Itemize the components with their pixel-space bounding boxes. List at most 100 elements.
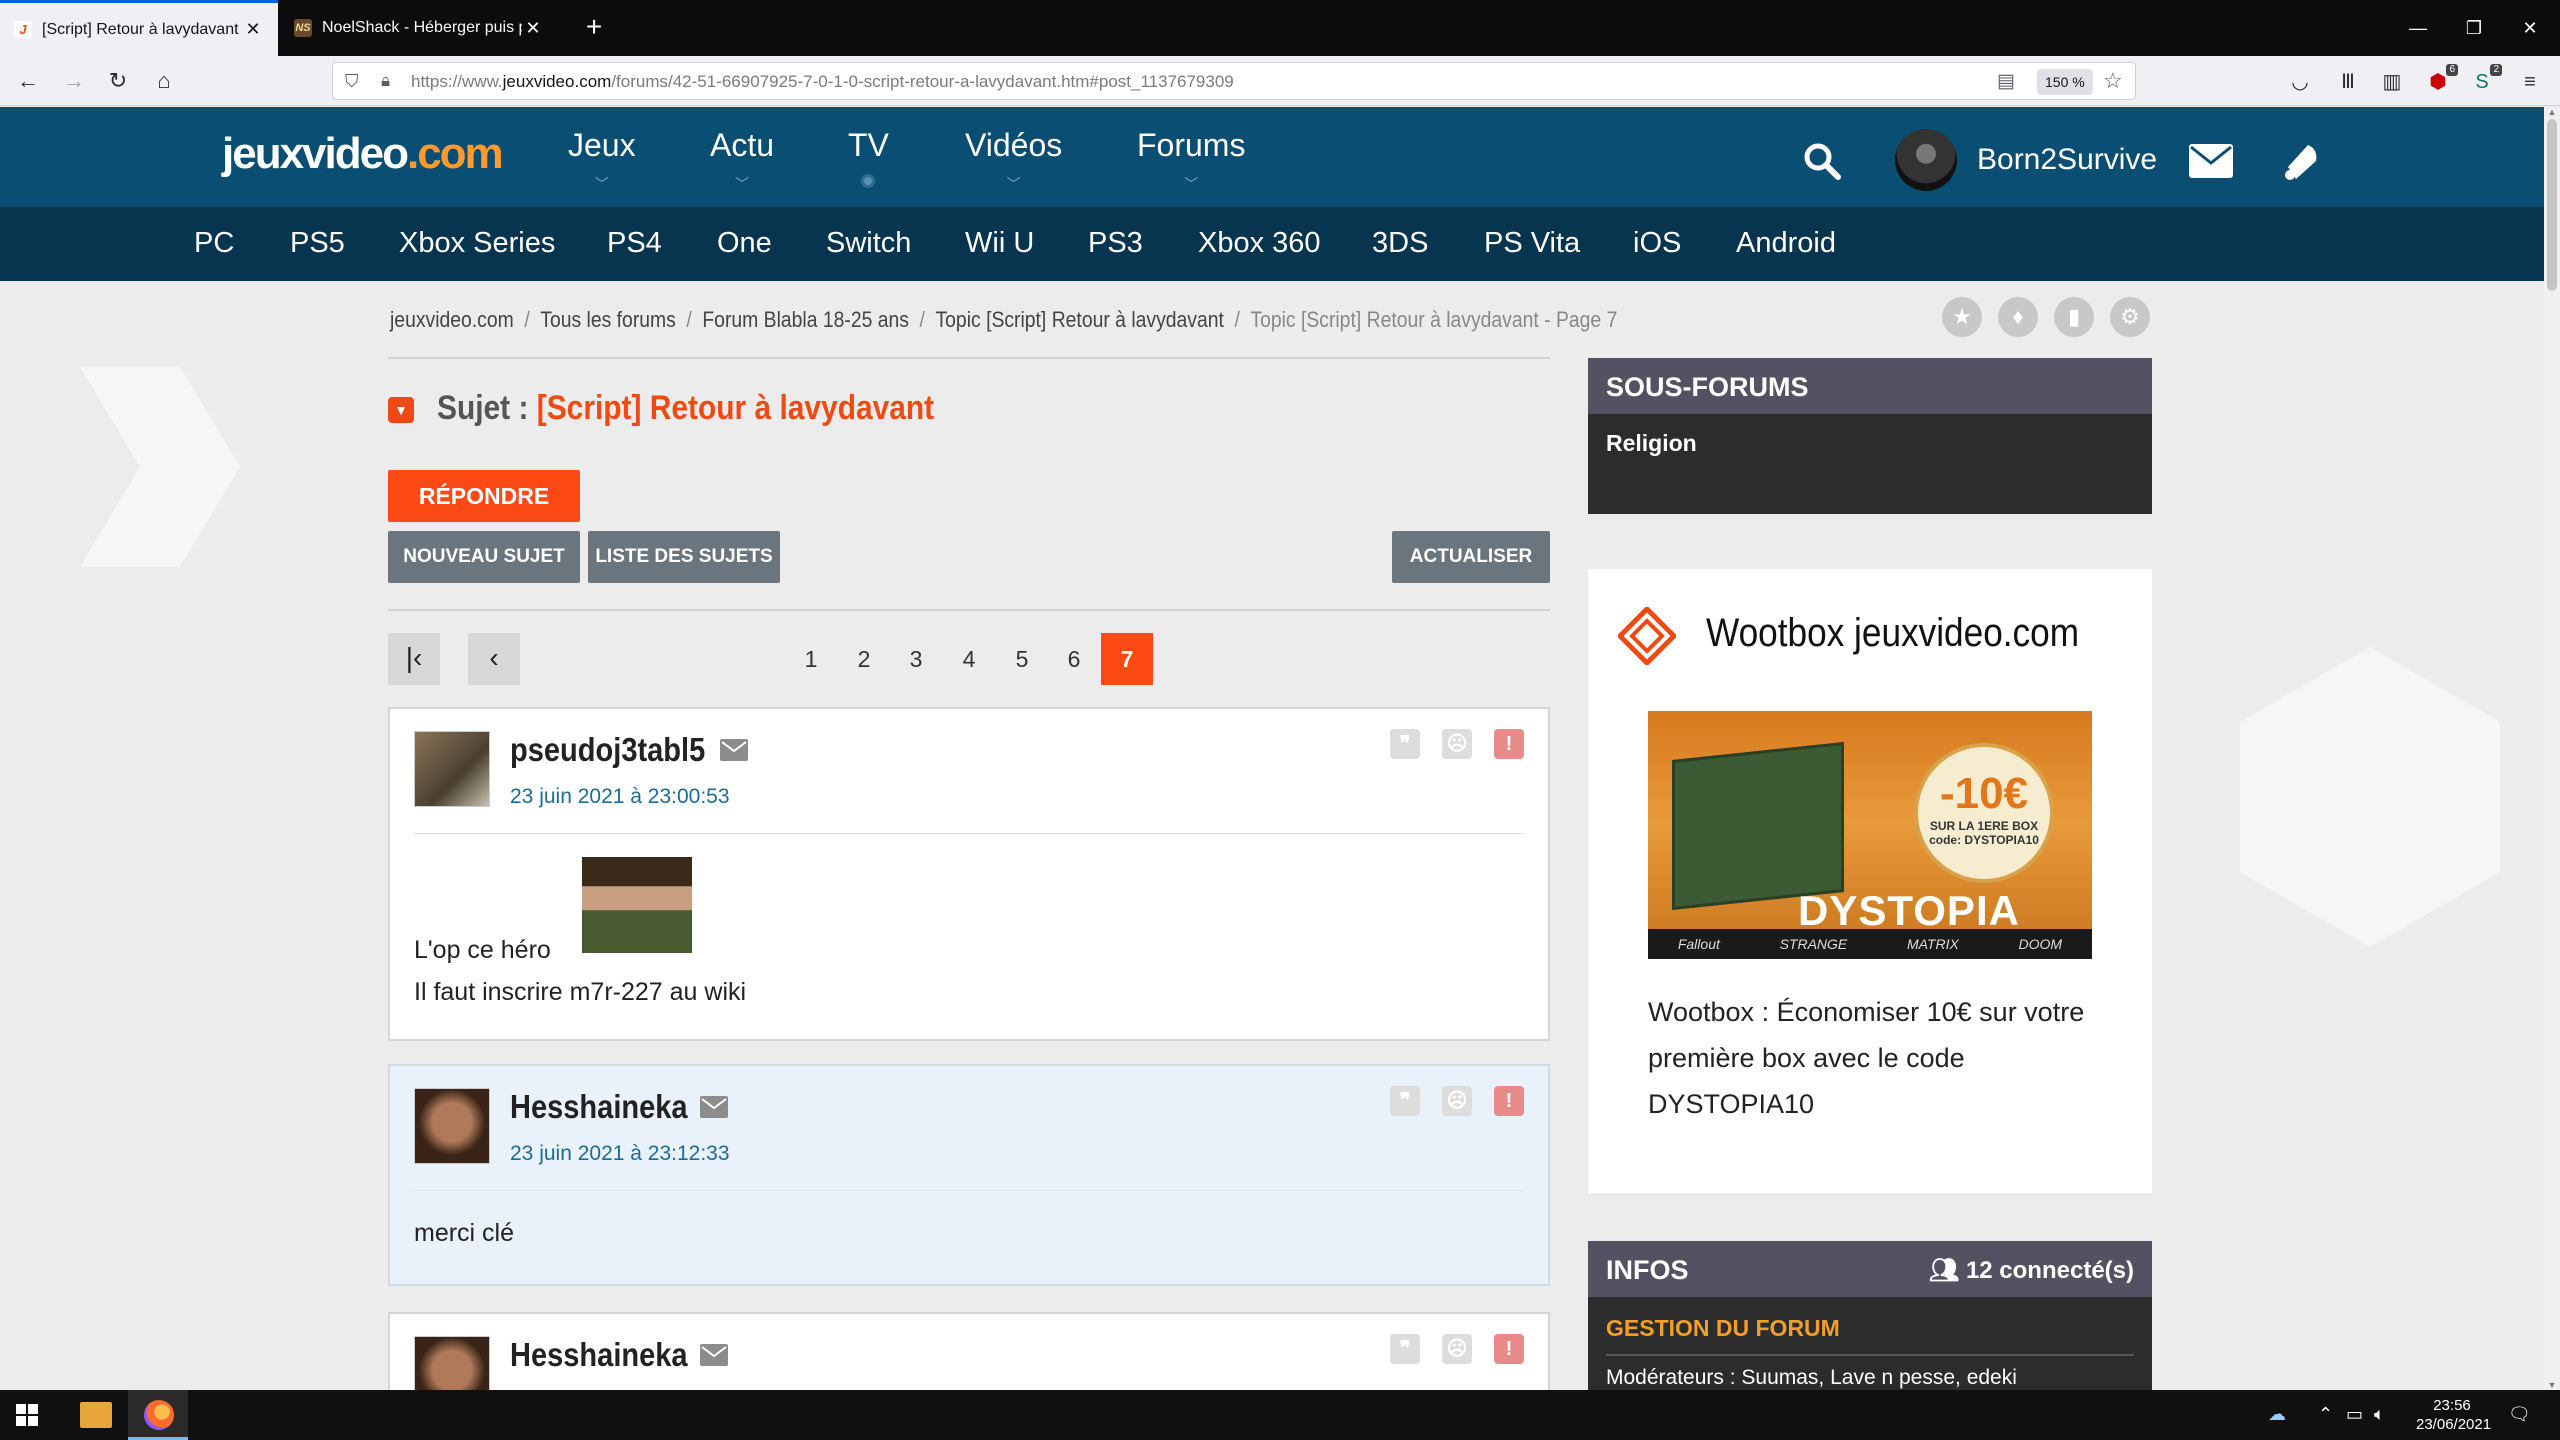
quote-icon[interactable]: ❞: [1390, 1334, 1420, 1364]
nav-tv[interactable]: TV: [848, 127, 889, 188]
page-link[interactable]: 5: [996, 633, 1048, 685]
platform-android[interactable]: Android: [1736, 227, 1836, 260]
quote-icon[interactable]: ❞: [1390, 729, 1420, 759]
bookmark-star-icon[interactable]: ☆: [2103, 68, 2123, 94]
mail-icon[interactable]: [700, 1344, 728, 1366]
system-clock[interactable]: 23:56 23/06/2021: [2416, 1396, 2491, 1434]
platform-xbox-series[interactable]: Xbox Series: [399, 227, 555, 260]
platform-pc[interactable]: PC: [194, 227, 234, 260]
platform-xbox-360[interactable]: Xbox 360: [1198, 227, 1321, 260]
platform-switch[interactable]: Switch: [826, 227, 911, 260]
connected-count[interactable]: 👥︎ 12 connecté(s): [1929, 1256, 2134, 1285]
post-date[interactable]: 23 juin 2021 à 23:00:53: [510, 785, 730, 809]
platform-ps4[interactable]: PS4: [607, 227, 662, 260]
first-page-button[interactable]: |‹: [388, 633, 440, 685]
platform-3ds[interactable]: 3DS: [1372, 227, 1428, 260]
breadcrumb-item[interactable]: Forum Blabla 18-25 ans: [702, 307, 909, 332]
breadcrumb-item[interactable]: Topic [Script] Retour à lavydavant: [935, 307, 1223, 332]
post-author[interactable]: pseudoj3tabl5: [510, 731, 705, 769]
search-icon[interactable]: [1802, 141, 1842, 181]
mobile-view-icon[interactable]: ▮: [2054, 297, 2094, 337]
extension-s-icon[interactable]: S2: [2468, 64, 2502, 96]
platform-one[interactable]: One: [717, 227, 772, 260]
forward-button[interactable]: →: [58, 65, 90, 97]
sous-forum-link[interactable]: Religion: [1588, 414, 2152, 473]
pocket-icon[interactable]: ◡: [2286, 68, 2314, 96]
page-link[interactable]: 4: [943, 633, 995, 685]
site-logo[interactable]: jeuxvideo.com: [222, 129, 504, 179]
chevron-up-icon[interactable]: ⌃: [2318, 1404, 2333, 1425]
blacklist-icon[interactable]: ☹: [1442, 1086, 1472, 1116]
page-link[interactable]: 2: [838, 633, 890, 685]
post-author[interactable]: Hesshaineka: [510, 1336, 688, 1374]
gear-icon[interactable]: ⚙: [2110, 297, 2150, 337]
chevron-down-icon[interactable]: ▼: [388, 397, 414, 423]
follow-bell-icon[interactable]: ♦: [1998, 297, 2038, 337]
reader-view-icon[interactable]: ▤: [1997, 70, 2015, 93]
url-bar[interactable]: ⛉ 🔒︎ https://www.jeuxvideo.com/forums/42…: [332, 62, 2136, 100]
url-text[interactable]: https://www.jeuxvideo.com/forums/42-51-6…: [411, 72, 1234, 92]
windows-start-icon[interactable]: [16, 1404, 38, 1426]
onedrive-icon[interactable]: ☁: [2268, 1404, 2286, 1425]
username[interactable]: Born2Survive: [1977, 143, 2157, 177]
back-button[interactable]: ←: [12, 65, 44, 97]
new-topic-button[interactable]: NOUVEAU SUJET: [388, 531, 580, 583]
report-icon[interactable]: !: [1494, 1086, 1524, 1116]
close-icon[interactable]: ✕: [242, 19, 264, 40]
sidebar-icon[interactable]: ▥: [2378, 68, 2406, 96]
scroll-down-icon[interactable]: ▼: [2544, 1380, 2560, 1390]
report-icon[interactable]: !: [1494, 1334, 1524, 1364]
platform-ps-vita[interactable]: PS Vita: [1484, 227, 1580, 260]
nav-forums[interactable]: Forums ﹀: [1137, 127, 1245, 194]
page-link[interactable]: 1: [785, 633, 837, 685]
quote-icon[interactable]: ❞: [1390, 1086, 1420, 1116]
restore-button[interactable]: ❐: [2454, 10, 2494, 46]
page-link[interactable]: 6: [1048, 633, 1100, 685]
action-center-icon[interactable]: 🗨︎: [2508, 1404, 2531, 1425]
new-tab-button[interactable]: +: [576, 10, 612, 46]
nav-jeux[interactable]: Jeux ﹀: [568, 127, 636, 194]
wootbox-banner[interactable]: -10€ SUR LA 1ERE BOX code: DYSTOPIA10 DY…: [1648, 711, 2092, 959]
breadcrumb-item[interactable]: jeuxvideo.com: [390, 307, 514, 332]
avatar[interactable]: [414, 1336, 490, 1390]
avatar[interactable]: [414, 731, 490, 807]
page-scrollbar[interactable]: ▲ ▼: [2544, 107, 2560, 1390]
avatar[interactable]: [1895, 129, 1957, 191]
volume-icon[interactable]: 🔈︎: [2374, 1404, 2385, 1425]
firefox-icon[interactable]: [128, 1390, 188, 1440]
reload-button[interactable]: ↻: [102, 65, 134, 97]
scrollbar-thumb[interactable]: [2547, 119, 2557, 291]
reply-button[interactable]: RÉPONDRE: [388, 470, 580, 522]
topic-list-button[interactable]: LISTE DES SUJETS: [588, 531, 780, 583]
nav-videos[interactable]: Vidéos ﹀: [965, 127, 1062, 194]
window-close-button[interactable]: ✕: [2510, 10, 2550, 46]
library-icon[interactable]: Ⅲ: [2334, 68, 2362, 96]
zoom-indicator[interactable]: 150 %: [2037, 69, 2093, 95]
platform-ios[interactable]: iOS: [1633, 227, 1681, 260]
mail-icon[interactable]: [2188, 143, 2234, 179]
wootbox-text[interactable]: Wootbox : Économiser 10€ sur votre premi…: [1648, 989, 2108, 1127]
avatar[interactable]: [414, 1088, 490, 1164]
platform-ps5[interactable]: PS5: [290, 227, 345, 260]
mail-icon[interactable]: [720, 739, 748, 761]
breadcrumb-item[interactable]: Tous les forums: [540, 307, 676, 332]
nav-actu[interactable]: Actu ﹀: [710, 127, 774, 194]
wootbox-title[interactable]: Wootbox jeuxvideo.com: [1706, 611, 2079, 656]
ublock-icon[interactable]: ⬢ 6: [2424, 64, 2458, 96]
platform-ps3[interactable]: PS3: [1088, 227, 1143, 260]
home-icon[interactable]: ⌂: [148, 65, 180, 97]
network-icon[interactable]: ▭: [2346, 1404, 2363, 1425]
post-author[interactable]: Hesshaineka: [510, 1088, 688, 1126]
minimize-button[interactable]: —: [2398, 10, 2438, 46]
favorite-star-icon[interactable]: ★: [1942, 297, 1982, 337]
lock-icon[interactable]: 🔒︎: [381, 71, 390, 91]
close-icon[interactable]: ✕: [522, 18, 544, 39]
mail-icon[interactable]: [700, 1096, 728, 1118]
tab-jeuxvideo[interactable]: J [Script] Retour à lavydavant sur ✕: [0, 0, 278, 56]
platform-wii-u[interactable]: Wii U: [965, 227, 1034, 260]
file-explorer-icon[interactable]: [66, 1390, 126, 1440]
tab-noelshack[interactable]: NS NoelShack - Héberger puis par ✕: [280, 0, 558, 56]
blacklist-icon[interactable]: ☹: [1442, 1334, 1472, 1364]
menu-icon[interactable]: ≡: [2516, 68, 2544, 96]
report-icon[interactable]: !: [1494, 729, 1524, 759]
